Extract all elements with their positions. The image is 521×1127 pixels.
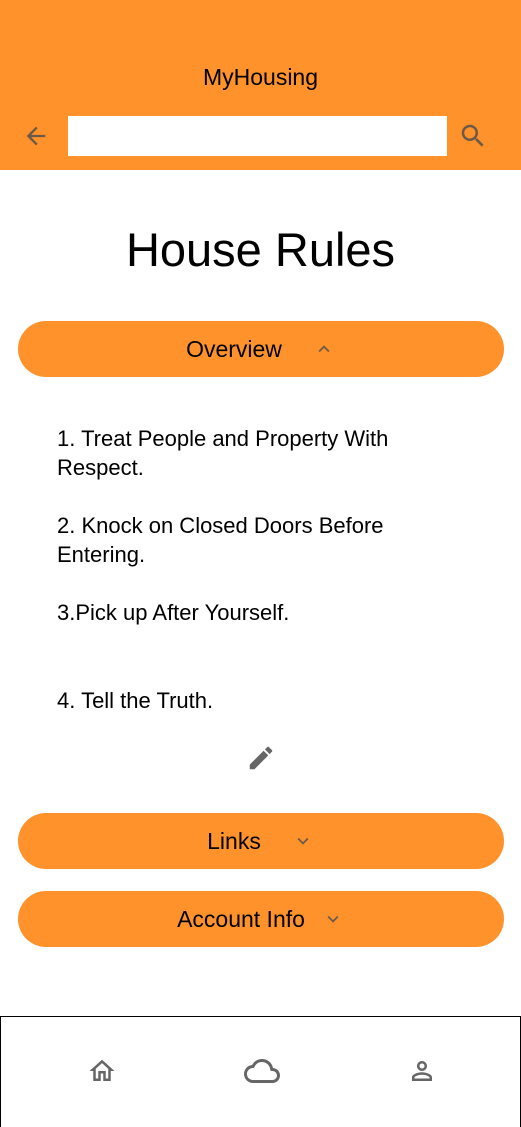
- account-info-accordion-button[interactable]: Account Info: [18, 891, 504, 947]
- search-icon: [461, 124, 484, 147]
- account-info-label: Account Info: [177, 905, 305, 932]
- page-title: House Rules: [125, 223, 396, 276]
- search-button[interactable]: [456, 119, 490, 153]
- chevron-up-icon: [312, 337, 336, 361]
- bottom-navigation: [0, 1016, 521, 1127]
- back-button[interactable]: [20, 120, 52, 152]
- overview-accordion-button[interactable]: Overview: [18, 321, 504, 377]
- nav-profile-button[interactable]: [402, 1051, 442, 1091]
- cloud-icon: [244, 1059, 280, 1083]
- pencil-icon: [249, 746, 273, 770]
- chevron-down-icon: [291, 829, 315, 853]
- app-screen: MyHousing House Rules Overview 1. Treat …: [0, 0, 521, 1127]
- arrow-back-icon: [26, 126, 46, 146]
- search-input[interactable]: [68, 116, 447, 156]
- edit-button[interactable]: [245, 742, 277, 774]
- rule-item: 1. Treat People and Property With Respec…: [57, 426, 389, 480]
- app-title: MyHousing: [202, 64, 319, 90]
- nav-home-button[interactable]: [82, 1051, 122, 1091]
- links-label: Links: [207, 827, 261, 854]
- nav-cloud-button[interactable]: [242, 1051, 282, 1091]
- chevron-down-icon: [321, 907, 345, 931]
- rule-item: 3.Pick up After Yourself.: [57, 600, 290, 625]
- links-accordion-button[interactable]: Links: [18, 813, 504, 869]
- person-icon: [412, 1061, 432, 1081]
- overview-label: Overview: [186, 335, 282, 362]
- rule-item: 2. Knock on Closed Doors Before Entering…: [57, 513, 384, 567]
- rule-item: 4. Tell the Truth.: [57, 688, 214, 713]
- app-header: MyHousing: [0, 0, 521, 170]
- home-icon: [89, 1059, 115, 1081]
